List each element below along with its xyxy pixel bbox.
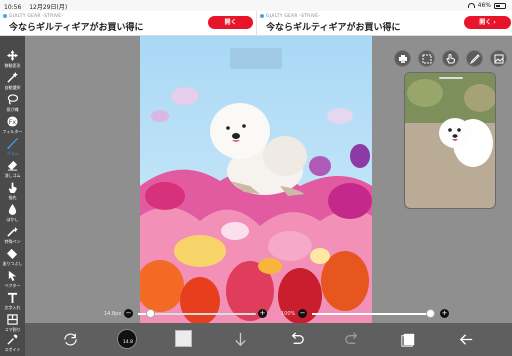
reference-photo xyxy=(405,73,495,208)
tool-label: 塗りつぶし xyxy=(2,261,23,266)
redo-icon[interactable] xyxy=(343,330,362,349)
tool-label: ベクター xyxy=(4,283,21,288)
filter-icon: Fx xyxy=(7,116,18,127)
arrow-down-icon[interactable] xyxy=(231,330,250,349)
tool-label: ブラシ xyxy=(6,151,19,156)
wifi-icon xyxy=(467,3,475,8)
brush-size-label: 14.8px xyxy=(104,311,122,317)
status-date: 12月29日(月) xyxy=(29,4,68,11)
tool-label: ぼかし xyxy=(6,217,19,222)
hand-button[interactable] xyxy=(442,50,459,67)
bottom-bar: 14.8 xyxy=(25,323,512,356)
hand-icon xyxy=(446,54,455,64)
ad-left[interactable]: GUILTY GEAR -STRIVE- 今ならギルティギアがお買い得に 開く xyxy=(0,11,256,36)
drawing-canvas[interactable] xyxy=(140,36,372,330)
ad-banner[interactable]: GUILTY GEAR -STRIVE- 今ならギルティギアがお買い得に 開く … xyxy=(0,11,512,36)
ad-source: GUILTY GEAR -STRIVE- xyxy=(9,14,64,19)
blur-icon xyxy=(8,204,17,215)
reference-panel[interactable] xyxy=(404,72,496,209)
opacity-slider[interactable] xyxy=(312,309,435,318)
vector-icon xyxy=(8,270,17,281)
tool-vector[interactable]: ベクター xyxy=(0,268,25,292)
tool-brush[interactable]: ブラシ xyxy=(0,136,25,160)
opacity-fill xyxy=(312,313,430,315)
brush-size-badge: 14.8 xyxy=(122,340,134,345)
ad-right[interactable]: GUILTY GEAR -STRIVE- 今ならギルティギアがお買い得に 開く … xyxy=(256,11,512,36)
brush-size-minus[interactable]: − xyxy=(124,309,133,318)
reference-drag-handle[interactable] xyxy=(439,77,463,79)
ad-message[interactable]: 今ならギルティギアがお買い得に xyxy=(9,20,143,33)
color-swatch[interactable] xyxy=(175,330,192,347)
brush-size-plus[interactable]: + xyxy=(258,309,267,318)
back-arrow-icon[interactable] xyxy=(457,330,476,349)
opacity-label: 100% xyxy=(281,311,296,317)
canvas-artwork xyxy=(140,36,372,330)
pen-icon xyxy=(470,54,480,64)
opacity-thumb[interactable] xyxy=(426,309,435,318)
image-button[interactable] xyxy=(490,50,507,67)
tool-label: 指先 xyxy=(8,195,17,200)
move-icon xyxy=(7,50,18,61)
tool-auto-select[interactable]: 自動選択 xyxy=(0,70,25,94)
battery-percent: 46% xyxy=(477,2,491,9)
opacity-plus[interactable]: + xyxy=(440,309,449,318)
ad-open-button[interactable]: 開く xyxy=(208,16,253,29)
opacity-minus[interactable]: − xyxy=(298,309,307,318)
tool-blur[interactable]: ぼかし xyxy=(0,202,25,226)
print-button[interactable] xyxy=(394,50,411,67)
lasso-icon xyxy=(7,94,18,105)
selection-icon xyxy=(422,54,432,64)
tool-finger[interactable]: 指先 xyxy=(0,180,25,204)
tool-label: 自動選択 xyxy=(4,85,21,90)
frame-icon xyxy=(7,314,18,325)
tool-label: 消しゴム xyxy=(4,173,21,178)
finger-icon xyxy=(8,182,17,193)
tool-eyedropper[interactable]: スポイト xyxy=(0,332,25,356)
ad-open-button[interactable]: 開く › xyxy=(464,16,511,29)
text-icon xyxy=(7,292,18,303)
ad-source: GUILTY GEAR -STRIVE- xyxy=(266,14,321,19)
pen-button[interactable] xyxy=(466,50,483,67)
brush-icon xyxy=(7,138,18,149)
print-icon xyxy=(399,55,407,63)
tool-label: 移動変形 xyxy=(4,63,21,68)
brush-size-thumb[interactable] xyxy=(146,309,155,318)
image-icon xyxy=(494,54,504,64)
brush-size-slider[interactable] xyxy=(138,309,256,318)
status-time: 10:56 xyxy=(4,4,22,11)
tool-filter[interactable]: Fx フィルター xyxy=(0,114,25,138)
brush-size-indicator[interactable]: 14.8 xyxy=(117,329,137,349)
tool-label: フィルター xyxy=(2,129,23,134)
ad-message[interactable]: 今ならギルティギアがお買い得に xyxy=(266,20,400,33)
tool-palette: 移動変形 自動選択 投げ縄 Fx フィルター ブラシ 消しゴム 指先 ぼかし 特… xyxy=(0,36,25,356)
special-pen-icon xyxy=(7,226,18,237)
tool-bucket[interactable]: 塗りつぶし xyxy=(0,246,25,270)
tool-label: スポイト xyxy=(4,347,21,352)
status-bar: 10:56 12月29日(月) 46% xyxy=(0,0,512,11)
eraser-icon xyxy=(7,160,18,171)
undo-icon[interactable] xyxy=(287,330,306,349)
rotate-icon[interactable] xyxy=(61,330,80,349)
tool-label: 特殊ペン xyxy=(4,239,21,244)
tool-move[interactable]: 移動変形 xyxy=(0,48,25,72)
selection-button[interactable] xyxy=(418,50,435,67)
tool-text[interactable]: 文字入れ xyxy=(0,290,25,314)
svg-text:Fx: Fx xyxy=(9,118,17,126)
tool-label: 文字入れ xyxy=(4,305,21,310)
tool-lasso[interactable]: 投げ縄 xyxy=(0,92,25,116)
eyedropper-icon xyxy=(7,334,18,345)
ad-info-icon[interactable] xyxy=(260,14,264,18)
tool-special-pen[interactable]: 特殊ペン xyxy=(0,224,25,248)
battery-icon xyxy=(494,2,506,9)
app-root: 10:56 12月29日(月) 46% GUILTY GEAR -STRIVE-… xyxy=(0,0,512,356)
layers-icon[interactable] xyxy=(399,330,418,349)
magic-wand-icon xyxy=(7,72,18,83)
tool-label: 投げ縄 xyxy=(6,107,19,112)
bucket-icon xyxy=(7,248,18,259)
tool-eraser[interactable]: 消しゴム xyxy=(0,158,25,182)
ad-info-icon[interactable] xyxy=(3,14,7,18)
